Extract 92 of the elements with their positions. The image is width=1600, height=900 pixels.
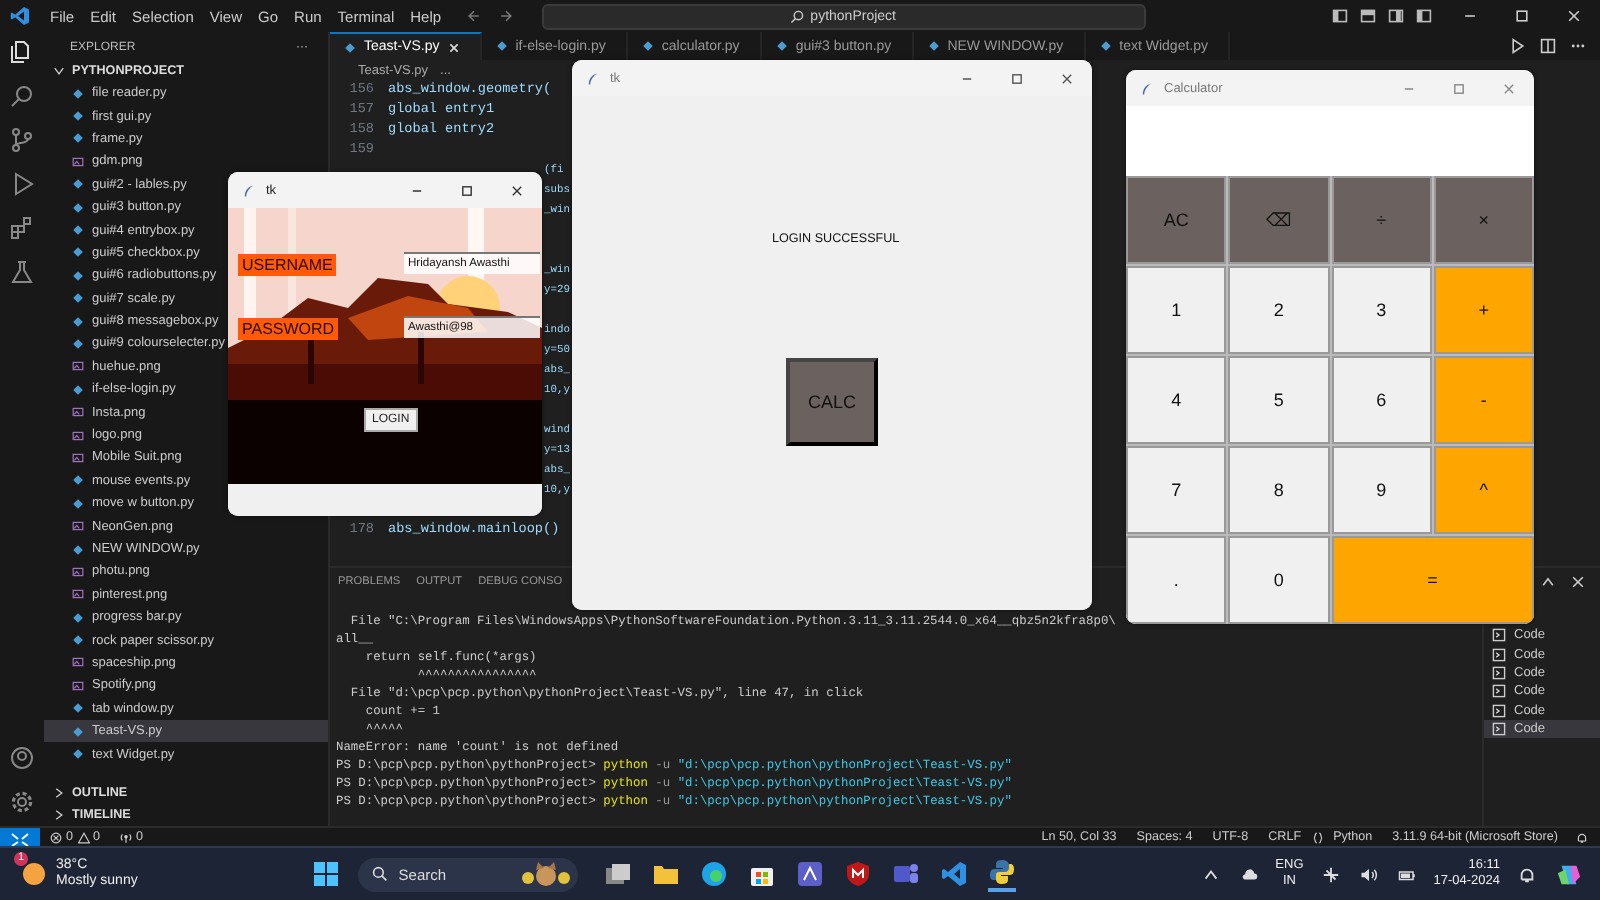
cat-doodle-icon bbox=[522, 862, 571, 886]
chevron-icon bbox=[52, 64, 66, 78]
terminal-icon bbox=[1492, 628, 1506, 643]
bell-icon[interactable] bbox=[1518, 865, 1537, 883]
error-icon bbox=[50, 831, 62, 843]
code-editor-icon[interactable] bbox=[940, 860, 969, 888]
feather-icon bbox=[586, 71, 600, 85]
calculator-key[interactable]: 5 bbox=[1228, 356, 1329, 444]
diamond-icon bbox=[72, 383, 84, 396]
run-icon[interactable] bbox=[1510, 38, 1526, 54]
terminal-icon bbox=[1492, 722, 1506, 737]
account-icon[interactable] bbox=[10, 746, 34, 770]
calculator-key[interactable]: 1 bbox=[1126, 266, 1227, 354]
terminal-icon bbox=[1492, 684, 1506, 699]
chevron-up-icon[interactable] bbox=[1540, 574, 1556, 590]
split-editor-icon[interactable] bbox=[1540, 38, 1556, 54]
diamond-icon bbox=[641, 40, 654, 52]
search-icon bbox=[790, 9, 805, 23]
source-control-icon[interactable] bbox=[10, 128, 34, 152]
calculator-key[interactable]: . bbox=[1126, 536, 1227, 624]
image-file-icon bbox=[72, 520, 84, 533]
python-icon[interactable] bbox=[988, 857, 1017, 891]
remote-icon[interactable] bbox=[0, 827, 40, 847]
maximize-icon[interactable] bbox=[460, 183, 474, 197]
image-file-icon bbox=[72, 155, 84, 168]
antenna-icon bbox=[120, 831, 133, 843]
image-file-icon bbox=[72, 429, 84, 442]
browser-icon[interactable] bbox=[700, 860, 729, 888]
files-icon[interactable] bbox=[10, 40, 34, 64]
extensions-icon[interactable] bbox=[10, 216, 34, 240]
layout-toggle-icon[interactable] bbox=[1360, 8, 1376, 24]
calculator-key[interactable]: 6 bbox=[1331, 356, 1432, 444]
flask-icon[interactable] bbox=[10, 260, 34, 284]
calculator-key[interactable]: = bbox=[1331, 536, 1534, 624]
calculator-key[interactable]: + bbox=[1433, 266, 1534, 354]
calculator-key[interactable]: 8 bbox=[1228, 446, 1329, 534]
close-icon[interactable] bbox=[510, 183, 524, 197]
bell-icon[interactable] bbox=[1576, 831, 1588, 843]
battery-icon[interactable] bbox=[1397, 865, 1416, 883]
calculator-key[interactable]: 0 bbox=[1228, 536, 1329, 624]
feather-icon bbox=[242, 183, 256, 197]
chevron-up-icon[interactable] bbox=[1201, 865, 1220, 883]
task-view-icon[interactable] bbox=[604, 860, 633, 888]
restore-icon[interactable] bbox=[1514, 8, 1530, 24]
terminal-icon bbox=[1492, 647, 1506, 662]
image-file-icon bbox=[72, 360, 84, 373]
calculator-key[interactable]: 9 bbox=[1331, 446, 1432, 534]
close-icon[interactable] bbox=[1060, 71, 1074, 85]
windows-logo-icon[interactable] bbox=[312, 860, 341, 888]
network-icon[interactable] bbox=[1321, 865, 1340, 883]
image-file-icon bbox=[72, 588, 84, 601]
username-label: USERNAME bbox=[238, 254, 337, 276]
diamond-icon bbox=[1099, 40, 1112, 52]
image-file-icon bbox=[72, 679, 84, 692]
calculator-key[interactable]: ^ bbox=[1433, 446, 1534, 534]
diamond-icon bbox=[72, 543, 84, 555]
search-icon[interactable] bbox=[10, 84, 34, 108]
layout-toggle-icon[interactable] bbox=[1416, 8, 1432, 24]
calculator-key[interactable]: - bbox=[1433, 356, 1534, 444]
sun-icon[interactable] bbox=[20, 860, 48, 888]
diamond-icon bbox=[927, 40, 940, 52]
app-tile-icon[interactable] bbox=[796, 860, 825, 888]
feather-icon bbox=[1140, 81, 1154, 95]
warning-icon bbox=[77, 831, 90, 843]
image-file-icon bbox=[72, 656, 84, 669]
image-file-icon bbox=[72, 451, 84, 464]
forward-arrow-icon[interactable] bbox=[497, 8, 514, 24]
calculator-key[interactable]: 7 bbox=[1126, 446, 1227, 534]
image-file-icon bbox=[72, 406, 84, 419]
image-file-icon bbox=[72, 565, 84, 578]
calculator-key[interactable]: 2 bbox=[1228, 266, 1329, 354]
settings-icon[interactable] bbox=[10, 790, 34, 814]
layout-toggle-icon[interactable] bbox=[1388, 8, 1404, 24]
chat-app-icon[interactable] bbox=[892, 860, 921, 888]
braces-icon bbox=[1311, 831, 1324, 843]
password-label: PASSWORD bbox=[238, 318, 339, 340]
speaker-icon[interactable] bbox=[1359, 865, 1378, 883]
search-icon bbox=[372, 866, 389, 882]
maximize-icon[interactable] bbox=[1010, 71, 1024, 85]
diamond-icon bbox=[344, 41, 356, 53]
shield-icon[interactable] bbox=[844, 860, 873, 888]
calculator-key[interactable]: 3 bbox=[1331, 266, 1432, 354]
run-debug-icon[interactable] bbox=[10, 172, 34, 196]
calculator-key[interactable]: 4 bbox=[1126, 356, 1227, 444]
terminal-icon bbox=[1492, 665, 1506, 680]
terminal-icon bbox=[1492, 703, 1506, 718]
diamond-icon bbox=[775, 40, 788, 52]
diamond-icon bbox=[495, 40, 508, 52]
folder-icon[interactable] bbox=[652, 860, 681, 888]
cloud-icon[interactable] bbox=[1239, 865, 1258, 883]
layout-toggle-icon[interactable] bbox=[1332, 8, 1348, 24]
back-arrow-icon[interactable] bbox=[465, 8, 482, 24]
